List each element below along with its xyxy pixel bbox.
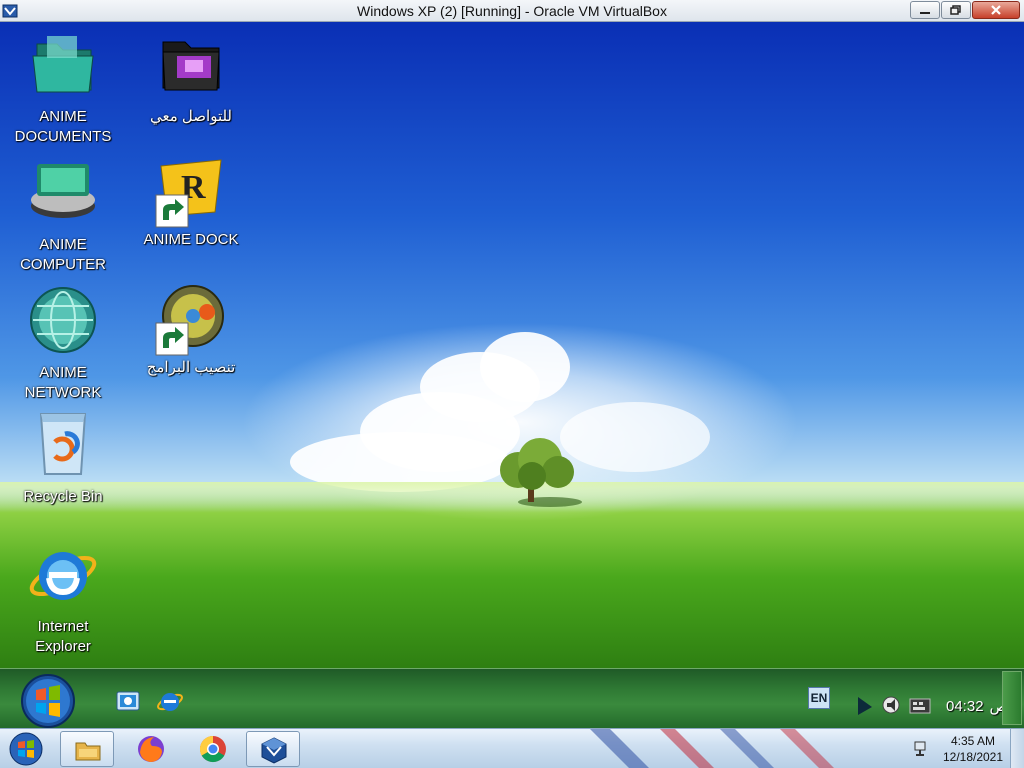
icon-label: ANIME COMPUTER bbox=[20, 236, 106, 273]
folder-icon bbox=[32, 36, 94, 93]
icon-label: ANIME DOCUMENTS bbox=[14, 108, 112, 145]
internet-explorer-icon[interactable] bbox=[156, 687, 184, 715]
shortcut-arrow-icon bbox=[155, 322, 189, 356]
windows-orb-icon[interactable] bbox=[16, 673, 80, 729]
window-controls bbox=[910, 1, 1020, 19]
icon-label: Internet Explorer bbox=[35, 618, 91, 655]
close-icon bbox=[991, 5, 1001, 15]
host-show-desktop-button[interactable] bbox=[1010, 729, 1024, 768]
icon-label: تنصيب البرامج bbox=[146, 359, 236, 376]
close-button[interactable] bbox=[972, 1, 1020, 19]
icon-label: ANIME DOCK bbox=[143, 231, 239, 248]
keyboard-layout-icon[interactable] bbox=[908, 693, 932, 717]
guest-taskbar: EN 04:32 ص bbox=[0, 668, 1024, 728]
recycle-bin-icon bbox=[39, 413, 87, 475]
minimize-button[interactable] bbox=[910, 1, 940, 19]
taskbar-pin-firefox[interactable] bbox=[124, 731, 178, 767]
globe-icon bbox=[30, 287, 96, 353]
internet-explorer-icon bbox=[29, 552, 97, 600]
desktop-icon-internet-explorer[interactable]: Internet Explorer bbox=[0, 538, 126, 657]
desktop-icon-anime-documents[interactable]: ANIME DOCUMENTS bbox=[0, 28, 126, 147]
guest-time: 04:32 bbox=[946, 698, 984, 715]
taskbar-pin-virtualbox[interactable] bbox=[246, 731, 300, 767]
desktop-icon-install-programs[interactable]: تنصيب البرامج bbox=[128, 284, 254, 378]
network-icon[interactable] bbox=[912, 739, 932, 759]
restore-button[interactable] bbox=[941, 1, 971, 19]
desktop-icon-anime-computer[interactable]: ANIME COMPUTER bbox=[0, 156, 126, 275]
language-indicator[interactable]: EN bbox=[808, 687, 830, 709]
desktop-icon-anime-dock[interactable]: R ANIME DOCK bbox=[128, 156, 254, 250]
taskbar-pin-chrome[interactable] bbox=[186, 731, 240, 767]
rocketdock-icon-wrap: R bbox=[155, 156, 227, 228]
icon-label: ANIME NETWORK bbox=[24, 364, 102, 401]
hard-drive-icon bbox=[31, 164, 95, 218]
window-title: Windows XP (2) [Running] - Oracle VM Vir… bbox=[357, 3, 667, 19]
icon-label: Recycle Bin bbox=[23, 488, 103, 505]
virtualbox-icon bbox=[261, 737, 287, 764]
restore-icon bbox=[950, 5, 961, 15]
desktop-icon-anime-network[interactable]: ANIME NETWORK bbox=[0, 284, 126, 403]
chrome-icon bbox=[199, 735, 226, 763]
windows-start-icon[interactable] bbox=[4, 731, 48, 767]
shortcut-arrow-icon bbox=[155, 194, 189, 228]
taskbar-pin-file-explorer[interactable] bbox=[60, 731, 114, 767]
file-explorer-icon bbox=[75, 742, 101, 761]
tree-image bbox=[500, 438, 582, 507]
host-taskbar: 4:35 AM 12/18/2021 bbox=[0, 728, 1024, 768]
installer-icon-wrap bbox=[155, 284, 227, 356]
expand-arrow-icon[interactable] bbox=[852, 693, 876, 717]
volume-icon[interactable] bbox=[880, 693, 904, 717]
show-desktop-icon[interactable] bbox=[114, 687, 142, 715]
desktop-icon-recycle-bin[interactable]: Recycle Bin bbox=[0, 408, 126, 507]
cloud bbox=[480, 332, 570, 402]
minimize-icon bbox=[920, 12, 930, 14]
firefox-icon bbox=[138, 736, 164, 762]
desktop-icon-contact-me[interactable]: للتواصل معي bbox=[128, 28, 254, 127]
wallpaper-art bbox=[590, 729, 834, 768]
host-window-titlebar[interactable]: Windows XP (2) [Running] - Oracle VM Vir… bbox=[0, 0, 1024, 22]
icon-label: للتواصل معي bbox=[149, 108, 233, 125]
dark-folder-icon bbox=[162, 41, 220, 91]
host-clock[interactable]: 4:35 AM 12/18/2021 bbox=[938, 733, 1008, 765]
host-time: 4:35 AM bbox=[950, 734, 996, 748]
host-date: 12/18/2021 bbox=[942, 750, 1004, 764]
guest-show-desktop-button[interactable] bbox=[1002, 671, 1022, 725]
guest-desktop[interactable]: ANIME DOCUMENTS للتواصل معي ANIME COMPUT… bbox=[0, 22, 1024, 668]
guest-clock[interactable]: 04:32 ص bbox=[946, 697, 1008, 715]
